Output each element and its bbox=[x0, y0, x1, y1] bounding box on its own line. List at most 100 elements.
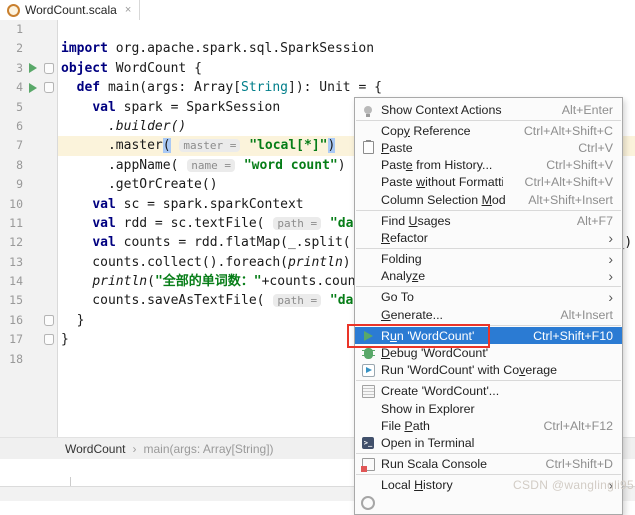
line-number: 17 bbox=[0, 330, 23, 349]
code-text: import org.apache.spark.sql.SparkSession bbox=[58, 39, 635, 58]
none-icon bbox=[360, 123, 376, 139]
menu-item-label: Find Usages bbox=[381, 214, 555, 228]
line-number: 15 bbox=[0, 291, 23, 310]
menu-item-run-wordcount-with-coverage[interactable]: Run 'WordCount' with Coverage bbox=[355, 362, 622, 379]
menu-item-generate[interactable]: Generate... Alt+Insert bbox=[355, 306, 622, 323]
tab-close-icon[interactable]: × bbox=[125, 4, 131, 16]
gutter-cell: 10 bbox=[0, 195, 58, 214]
code-text bbox=[58, 20, 635, 39]
menu-item-run-wordcount[interactable]: Run 'WordCount' Ctrl+Shift+F10 bbox=[355, 327, 622, 344]
lightbulb-icon bbox=[360, 102, 376, 118]
menu-item-shortcut: Ctrl+Alt+F12 bbox=[543, 419, 613, 433]
code-line[interactable]: 2 import org.apache.spark.sql.SparkSessio… bbox=[0, 39, 635, 58]
menu-item-refactor[interactable]: Refactor› bbox=[355, 229, 622, 246]
menu-item-show-in-explorer[interactable]: Show in Explorer bbox=[355, 400, 622, 417]
run-gutter-icon[interactable] bbox=[29, 63, 37, 73]
code-line[interactable]: 3object WordCount { bbox=[0, 59, 635, 78]
line-number: 18 bbox=[0, 350, 23, 369]
menu-item-shortcut: Alt+Insert bbox=[560, 308, 613, 322]
menu-item-label: Show in Explorer bbox=[381, 402, 613, 416]
submenu-arrow-icon: › bbox=[608, 290, 613, 304]
line-number: 7 bbox=[0, 136, 23, 155]
gutter-cell: 1 bbox=[0, 20, 58, 39]
none-icon bbox=[360, 192, 376, 208]
menu-item-shortcut: Alt+Shift+Insert bbox=[528, 193, 613, 207]
menu-item-label: Analyze bbox=[381, 269, 586, 283]
line-number: 2 bbox=[0, 39, 23, 58]
tab-wordcount-scala[interactable]: WordCount.scala × bbox=[0, 0, 140, 20]
debug-icon bbox=[360, 345, 376, 361]
line-number: 5 bbox=[0, 98, 23, 117]
submenu-arrow-icon: › bbox=[608, 252, 613, 266]
menu-item-label: Open in Terminal bbox=[381, 436, 613, 450]
none-icon bbox=[360, 251, 376, 267]
breadcrumb-item-file[interactable]: WordCount bbox=[65, 442, 125, 456]
none-icon bbox=[360, 289, 376, 305]
menu-item-shortcut: Ctrl+Shift+F10 bbox=[533, 329, 613, 343]
menu-item-label: Column Selection Mode bbox=[381, 193, 506, 207]
menu-item-run-scala-console[interactable]: Run Scala ConsoleCtrl+Shift+D bbox=[355, 456, 622, 473]
menu-item-go-to[interactable]: Go To › bbox=[355, 289, 622, 306]
menu-item-paste[interactable]: PasteCtrl+V bbox=[355, 139, 622, 156]
line-number: 4 bbox=[0, 78, 23, 97]
gutter-cell: 11 bbox=[0, 214, 58, 233]
gutter-cell: 12 bbox=[0, 233, 58, 252]
gutter-cell: 9 bbox=[0, 175, 58, 194]
menu-separator bbox=[356, 120, 621, 121]
fold-marker-icon[interactable] bbox=[44, 334, 54, 345]
menu-item-shortcut: Alt+F7 bbox=[577, 214, 613, 228]
menu-item-column-selection-mode[interactable]: Column Selection Mode Alt+Shift+Insert bbox=[355, 191, 622, 208]
menu-item-open-in-terminal[interactable]: Open in Terminal bbox=[355, 434, 622, 451]
none-icon bbox=[360, 230, 376, 246]
terminal-icon bbox=[360, 435, 376, 451]
menu-item-analyze[interactable]: Analyze › bbox=[355, 268, 622, 285]
menu-item-label: Run 'WordCount' bbox=[381, 329, 511, 343]
menu-item-partial-bottom-item[interactable] bbox=[355, 494, 622, 511]
gutter-cell: 4 bbox=[0, 78, 58, 97]
breadcrumb-item-member[interactable]: main(args: Array[String]) bbox=[143, 442, 273, 456]
line-number: 13 bbox=[0, 253, 23, 272]
menu-item-folding[interactable]: Folding› bbox=[355, 251, 622, 268]
menu-separator bbox=[356, 210, 621, 211]
menu-item-label: Refactor bbox=[381, 231, 586, 245]
fold-marker-icon[interactable] bbox=[44, 63, 54, 74]
menu-separator bbox=[356, 325, 621, 326]
menu-item-debug-wordcount[interactable]: Debug 'WordCount' bbox=[355, 344, 622, 361]
none-icon bbox=[360, 213, 376, 229]
none-icon bbox=[360, 268, 376, 284]
menu-item-create-wordcount[interactable]: Create 'WordCount'... bbox=[355, 383, 622, 400]
run-gutter-icon[interactable] bbox=[29, 83, 37, 93]
none-icon bbox=[360, 477, 376, 493]
gutter-cell: 2 bbox=[0, 39, 58, 58]
none-icon bbox=[360, 157, 376, 173]
code-line[interactable]: 4 def main(args: Array[String]): Unit = … bbox=[0, 78, 635, 97]
menu-item-label: Copy Reference bbox=[381, 124, 502, 138]
fold-marker-icon[interactable] bbox=[44, 315, 54, 326]
menu-item-label: Show Context Actions bbox=[381, 103, 540, 117]
menu-item-paste-without-formatting[interactable]: Paste without FormattingCtrl+Alt+Shift+V bbox=[355, 174, 622, 191]
line-number: 12 bbox=[0, 233, 23, 252]
menu-item-label: Go To bbox=[381, 290, 586, 304]
menu-item-find-usages[interactable]: Find Usages Alt+F7 bbox=[355, 212, 622, 229]
menu-item-paste-from-history[interactable]: Paste from History...Ctrl+Shift+V bbox=[355, 157, 622, 174]
none-icon bbox=[360, 418, 376, 434]
create-icon bbox=[360, 383, 376, 399]
line-number: 8 bbox=[0, 156, 23, 175]
line-number: 3 bbox=[0, 59, 23, 78]
menu-item-label: Generate... bbox=[381, 308, 538, 322]
menu-item-copy-reference[interactable]: Copy ReferenceCtrl+Alt+Shift+C bbox=[355, 122, 622, 139]
line-number: 10 bbox=[0, 195, 23, 214]
menu-item-label: Paste bbox=[381, 141, 556, 155]
line-number: 1 bbox=[0, 20, 23, 39]
code-line[interactable]: 1 bbox=[0, 20, 635, 39]
menu-separator bbox=[356, 248, 621, 249]
code-text: def main(args: Array[String]): Unit = { bbox=[58, 78, 635, 97]
menu-item-label: Debug 'WordCount' bbox=[381, 346, 613, 360]
menu-item-label: Paste from History... bbox=[381, 158, 524, 172]
fold-marker-icon[interactable] bbox=[44, 82, 54, 93]
submenu-arrow-icon: › bbox=[608, 269, 613, 283]
watermark-text: CSDN @wanglingli95 bbox=[513, 478, 634, 492]
gutter-cell: 14 bbox=[0, 272, 58, 291]
menu-item-file-path[interactable]: File PathCtrl+Alt+F12 bbox=[355, 417, 622, 434]
menu-item-show-context-actions[interactable]: Show Context ActionsAlt+Enter bbox=[355, 101, 622, 118]
